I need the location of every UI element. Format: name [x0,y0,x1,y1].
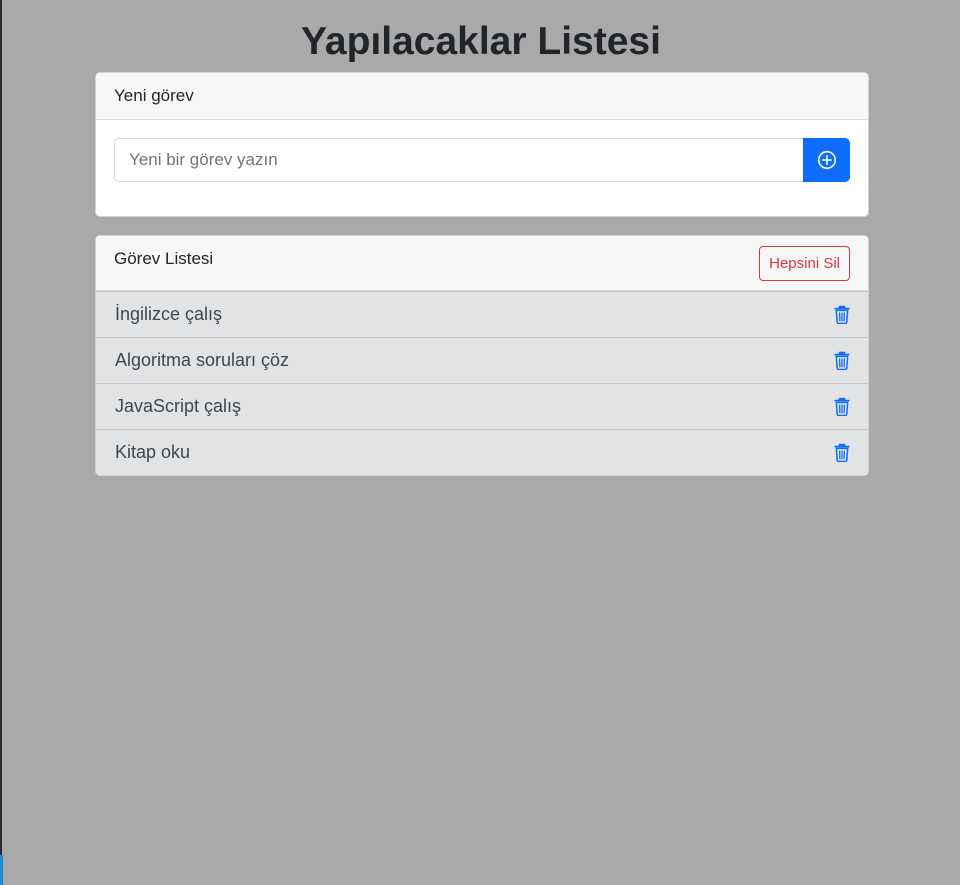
task-list-item: Kitap oku [96,429,868,475]
add-task-button[interactable] [803,138,850,182]
task-list-header-label: Görev Listesi [114,249,214,268]
trash-icon[interactable] [834,351,850,370]
new-task-input-group [114,138,850,182]
trash-icon-graphic [834,351,850,370]
trash-icon[interactable] [834,397,850,416]
new-task-header-label: Yeni görev [114,86,194,105]
task-list-card-header: Görev Listesi Hepsini Sil [96,236,868,291]
new-task-input[interactable] [114,138,803,182]
trash-icon-graphic [834,443,850,462]
window-edge-accent [0,855,3,885]
task-label: İngilizce çalış [115,304,223,324]
task-list: İngilizce çalış Algoritma soruları çöz J [96,291,868,475]
task-list-item: Algoritma soruları çöz [96,337,868,383]
task-list-card: Görev Listesi Hepsini Sil İngilizce çalı… [95,235,869,476]
task-list-item: JavaScript çalış [96,383,868,429]
task-list-item: İngilizce çalış [96,291,868,337]
trash-icon-graphic [834,397,850,416]
new-task-card-header: Yeni görev [96,73,868,120]
trash-icon[interactable] [834,443,850,462]
trash-icon[interactable] [834,305,850,324]
new-task-card: Yeni görev [95,72,869,217]
task-label: Kitap oku [115,442,191,462]
plus-circle-icon [817,150,836,170]
new-task-card-body [96,120,868,182]
clear-all-button[interactable]: Hepsini Sil [759,246,850,281]
task-label: JavaScript çalış [115,396,242,416]
page-title: Yapılacaklar Listesi [301,20,661,63]
window-left-edge [0,0,2,885]
trash-icon-graphic [834,305,850,324]
task-label: Algoritma soruları çöz [115,350,290,370]
